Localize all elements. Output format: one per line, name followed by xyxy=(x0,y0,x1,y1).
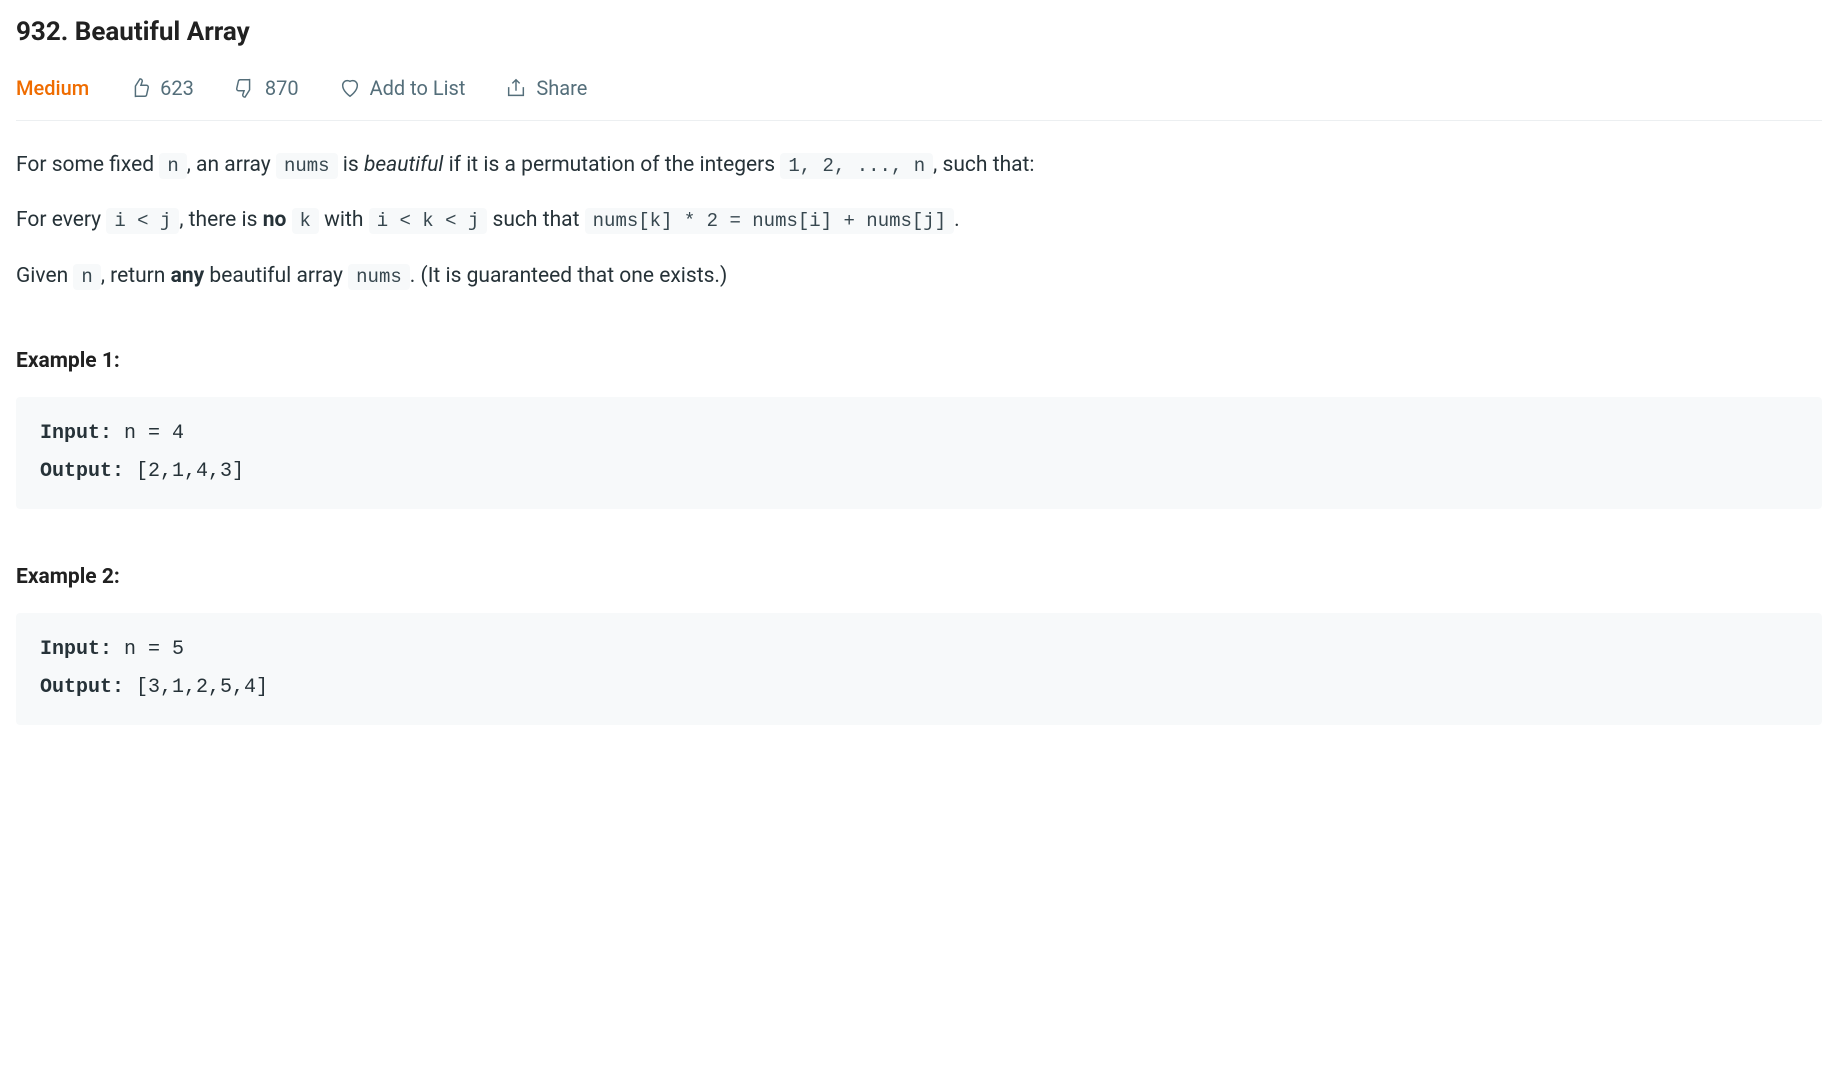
code-inline: n xyxy=(73,264,100,290)
code-inline: 1, 2, ..., n xyxy=(780,153,933,179)
share-button[interactable]: Share xyxy=(505,72,587,104)
example-input-label: Input: xyxy=(40,422,112,445)
example-block: Input: n = 4 Output: [2,1,4,3] xyxy=(16,397,1822,509)
example-input-value: n = 4 xyxy=(112,422,184,445)
add-to-list-label: Add to List xyxy=(370,72,466,104)
example-heading: Example 2: xyxy=(16,561,1822,595)
code-inline: i < j xyxy=(106,208,179,234)
example-output-label: Output: xyxy=(40,676,124,699)
description-paragraph: Given n, return any beautiful array nums… xyxy=(16,260,1822,294)
heart-icon xyxy=(339,77,361,99)
example-heading: Example 1: xyxy=(16,345,1822,379)
description-paragraph: For some fixed n, an array nums is beaut… xyxy=(16,149,1822,183)
thumbs-up-icon xyxy=(129,77,151,99)
problem-description: For some fixed n, an array nums is beaut… xyxy=(16,149,1822,294)
example-output-value: [3,1,2,5,4] xyxy=(124,676,268,699)
example-output-value: [2,1,4,3] xyxy=(124,460,244,483)
share-label: Share xyxy=(536,72,587,104)
difficulty-badge: Medium xyxy=(16,72,89,104)
add-to-list-button[interactable]: Add to List xyxy=(339,72,466,104)
like-count: 623 xyxy=(160,72,194,104)
thumbs-down-icon xyxy=(234,77,256,99)
code-inline: k xyxy=(292,208,319,234)
example-input-value: n = 5 xyxy=(112,638,184,661)
example-output-label: Output: xyxy=(40,460,124,483)
like-button[interactable]: 623 xyxy=(129,72,194,104)
dislike-count: 870 xyxy=(265,72,299,104)
meta-row: Medium 623 870 Add to List Share xyxy=(16,72,1822,121)
dislike-button[interactable]: 870 xyxy=(234,72,299,104)
code-inline: nums xyxy=(348,264,410,290)
problem-title: 932. Beautiful Array xyxy=(16,12,1822,54)
description-paragraph: For every i < j, there is no k with i < … xyxy=(16,204,1822,238)
code-inline: i < k < j xyxy=(369,208,488,234)
share-icon xyxy=(505,77,527,99)
code-inline: nums[k] * 2 = nums[i] + nums[j] xyxy=(585,208,954,234)
code-inline: nums xyxy=(276,153,338,179)
code-inline: n xyxy=(159,153,186,179)
example-input-label: Input: xyxy=(40,638,112,661)
example-block: Input: n = 5 Output: [3,1,2,5,4] xyxy=(16,613,1822,725)
